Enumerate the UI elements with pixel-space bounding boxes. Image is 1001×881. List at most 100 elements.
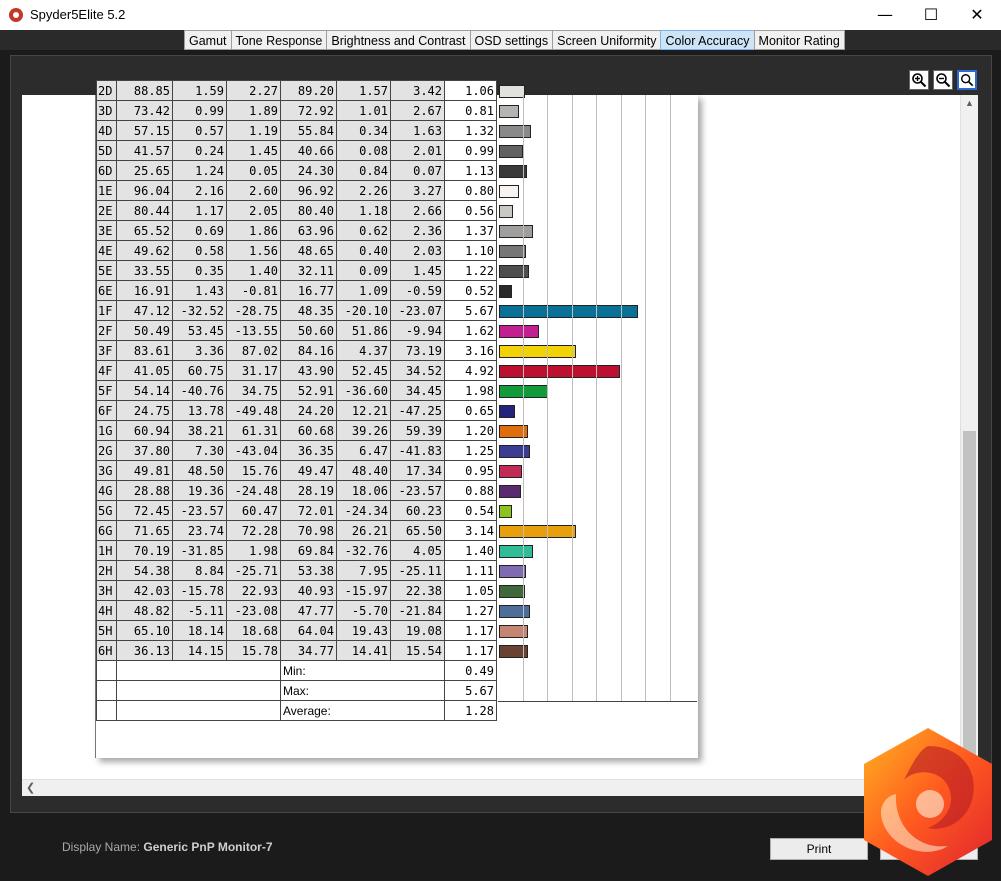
scroll-up-icon[interactable]: ▲: [961, 95, 978, 112]
lab-value-cell: 60.47: [226, 500, 281, 521]
delta-e-cell: 0.52: [444, 280, 497, 301]
lab-value-cell: 37.80: [116, 440, 173, 461]
delta-e-bar-6g: [499, 524, 576, 538]
lab-value-cell: 36.13: [116, 640, 173, 661]
lab-value-cell: -25.71: [226, 560, 281, 581]
bar-cell: [497, 401, 697, 421]
lab-value-cell: 1.09: [336, 280, 391, 301]
publisher-logo-icon: [864, 728, 992, 876]
tab-brightness-and-contrast[interactable]: Brightness and Contrast: [326, 30, 470, 50]
close-button[interactable]: ✕: [954, 0, 1000, 30]
table-row: 4E 49.62 0.58 1.56 48.65 0.40 2.03 1.10: [96, 240, 697, 261]
table-row: 2G 37.80 7.30 -43.04 36.35 6.47 -41.83 1.25: [96, 440, 697, 461]
lab-value-cell: 73.42: [116, 100, 173, 121]
lab-value-cell: 15.76: [226, 460, 281, 481]
lab-value-cell: 32.11: [280, 260, 337, 281]
table-row: 6F 24.75 13.78 -49.48 24.20 12.21 -47.25 0.65: [96, 400, 697, 421]
minimize-button[interactable]: —: [862, 0, 908, 30]
lab-value-cell: 49.62: [116, 240, 173, 261]
table-row: 1G 60.94 38.21 61.31 60.68 39.26 59.39 1.20: [96, 420, 697, 441]
delta-e-cell: 1.62: [444, 320, 497, 341]
summary-blank: [96, 660, 117, 681]
tab-color-accuracy[interactable]: Color Accuracy: [660, 30, 754, 50]
scroll-left-icon[interactable]: ❮: [26, 780, 35, 796]
lab-value-cell: 19.36: [172, 480, 227, 501]
lab-value-cell: 1.24: [172, 160, 227, 181]
bar-cell: [497, 481, 697, 501]
lab-value-cell: 24.75: [116, 400, 173, 421]
table-row: 6G 71.65 23.74 72.28 70.98 26.21 65.50 3.14: [96, 520, 697, 541]
vertical-scrollbar[interactable]: ▲: [960, 95, 978, 779]
print-button[interactable]: Print: [770, 838, 868, 860]
bar-cell: [497, 601, 697, 621]
bar-cell: [497, 241, 697, 261]
patch-id: 1H: [96, 540, 117, 561]
lab-value-cell: -25.11: [390, 560, 445, 581]
lab-value-cell: 2.01: [390, 140, 445, 161]
tab-screen-uniformity[interactable]: Screen Uniformity: [552, 30, 661, 50]
lab-value-cell: 38.21: [172, 420, 227, 441]
lab-value-cell: 15.78: [226, 640, 281, 661]
delta-e-bar-5g: [499, 504, 512, 518]
table-row: 6H 36.13 14.15 15.78 34.77 14.41 15.54 1.17: [96, 640, 697, 661]
delta-e-cell: 1.05: [444, 580, 497, 601]
zoom-out-icon[interactable]: [933, 70, 953, 90]
delta-e-bar-5d: [499, 144, 523, 158]
lab-value-cell: 64.04: [280, 620, 337, 641]
summary-row: Max: 5.67: [96, 680, 697, 701]
lab-value-cell: 23.74: [172, 520, 227, 541]
lab-value-cell: 0.62: [336, 220, 391, 241]
lab-value-cell: -21.84: [390, 600, 445, 621]
patch-id: 1E: [96, 180, 117, 201]
zoom-fit-icon[interactable]: [957, 70, 977, 90]
delta-e-bar-1g: [499, 424, 528, 438]
lab-value-cell: 47.12: [116, 300, 173, 321]
lab-value-cell: 0.99: [172, 100, 227, 121]
maximize-button[interactable]: ☐: [908, 0, 954, 30]
zoom-in-icon[interactable]: [909, 70, 929, 90]
table-row: 2H 54.38 8.84 -25.71 53.38 7.95 -25.11 1.11: [96, 560, 697, 581]
tab-gamut[interactable]: Gamut: [184, 30, 231, 50]
vertical-scroll-thumb[interactable]: [963, 431, 976, 761]
lab-value-cell: 3.42: [390, 80, 445, 101]
lab-value-cell: 70.19: [116, 540, 173, 561]
lab-value-cell: 47.77: [280, 600, 337, 621]
lab-value-cell: 17.34: [390, 460, 445, 481]
patch-id: 4E: [96, 240, 117, 261]
lab-value-cell: 1.89: [226, 100, 281, 121]
lab-value-cell: 31.17: [226, 360, 281, 381]
table-row: 5H 65.10 18.14 18.68 64.04 19.43 19.08 1.17: [96, 620, 697, 641]
lab-value-cell: 42.03: [116, 580, 173, 601]
delta-e-bar-6f: [499, 404, 515, 418]
table-row: 6E 16.91 1.43 -0.81 16.77 1.09 -0.59 0.52: [96, 280, 697, 301]
patch-id: 4D: [96, 120, 117, 141]
table-row: 3H 42.03 -15.78 22.93 40.93 -15.97 22.38 1.05: [96, 580, 697, 601]
bar-cell: [497, 121, 697, 141]
delta-e-bar-1f: [499, 304, 638, 318]
bar-cell: [497, 221, 697, 241]
lab-value-cell: 34.52: [390, 360, 445, 381]
lab-value-cell: -36.60: [336, 380, 391, 401]
lab-value-cell: 0.69: [172, 220, 227, 241]
color-accuracy-table: 2D 88.85 1.59 2.27 89.20 1.57 3.42 1.06 3D 73.42 0…: [96, 80, 697, 721]
lab-value-cell: -24.48: [226, 480, 281, 501]
summary-row: Average: 1.28: [96, 700, 697, 721]
lab-value-cell: 59.39: [390, 420, 445, 441]
lab-value-cell: 48.50: [172, 460, 227, 481]
tab-tone-response[interactable]: Tone Response: [230, 30, 327, 50]
tab-osd-settings[interactable]: OSD settings: [469, 30, 553, 50]
horizontal-scrollbar[interactable]: ❮: [22, 779, 960, 796]
lab-value-cell: 26.21: [336, 520, 391, 541]
bar-cell: [497, 381, 697, 401]
bar-cell: [497, 541, 697, 561]
delta-e-bar-4f: [499, 364, 620, 378]
lab-value-cell: 3.36: [172, 340, 227, 361]
lab-value-cell: 28.19: [280, 480, 337, 501]
tab-monitor-rating[interactable]: Monitor Rating: [753, 30, 845, 50]
lab-value-cell: -31.85: [172, 540, 227, 561]
delta-e-cell: 1.11: [444, 560, 497, 581]
table-row: 1F 47.12 -32.52 -28.75 48.35 -20.10 -23.07 5.67: [96, 300, 697, 321]
lab-value-cell: -23.57: [390, 480, 445, 501]
lab-value-cell: 65.10: [116, 620, 173, 641]
delta-e-bar-2d: [499, 84, 525, 98]
